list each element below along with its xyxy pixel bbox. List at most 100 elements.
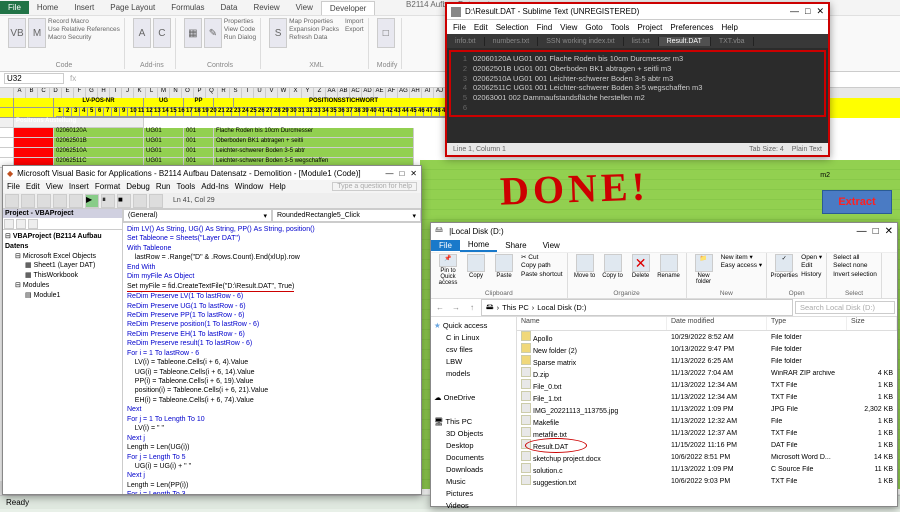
minimize-icon[interactable]: — [385,169,393,178]
nav-item[interactable]: Documents [434,452,513,464]
file-row[interactable]: metafile.txt 11/13/2022 12:37 AM TXT Fil… [517,427,897,439]
new-folder-button[interactable]: 📁New folder [691,254,717,286]
toolbar-button[interactable] [133,194,147,208]
tab-data[interactable]: Data [213,1,246,14]
expansion-packs-button[interactable]: Expansion Packs [289,26,339,34]
nav-item[interactable]: Pictures [434,488,513,500]
menu-tools[interactable]: Tools [177,182,196,191]
rename-button[interactable]: Rename [656,254,682,286]
sublime-tab[interactable]: info.txt [447,37,485,46]
toolbar-pause-button[interactable]: ⏸ [101,194,115,208]
copy-to-button[interactable]: Copy to [600,254,626,286]
procedure-dropdown[interactable]: RoundedRectangle5_Click▾ [272,209,421,222]
tree-modules[interactable]: ⊟ Modules [5,281,120,291]
object-dropdown[interactable]: (General)▾ [123,209,272,222]
design-mode-button[interactable]: ✎ [204,18,222,48]
address-bar[interactable]: 🖴 › This PC › Local Disk (D:) [481,299,793,316]
vba-code-editor[interactable]: Dim LV() As String, UG() As String, PP()… [123,223,421,494]
select-none-button[interactable]: Select none [833,262,877,270]
pin-quick-access-button[interactable]: 📌Pin to Quick access [435,254,461,286]
menu-tools[interactable]: Tools [611,23,630,32]
toolbar-button[interactable] [37,194,51,208]
col-type[interactable]: Type [767,317,847,330]
vba-titlebar[interactable]: ◆ Microsoft Visual Basic for Application… [3,166,421,180]
new-item-button[interactable]: New item ▾ [721,254,763,262]
back-button[interactable]: ← [433,301,447,315]
name-box[interactable]: U32 [4,73,64,84]
file-row[interactable]: New folder (2) 10/13/2022 9:47 PM File f… [517,343,897,355]
menu-preferences[interactable]: Preferences [670,23,713,32]
paste-shortcut-button[interactable]: Paste shortcut [521,271,563,279]
menu-edit[interactable]: Edit [26,182,40,191]
onedrive[interactable]: ☁ OneDrive [434,392,513,404]
sublime-syntax[interactable]: Plain Text [792,146,822,153]
file-row[interactable]: IMG_20221113_113755.jpg 11/13/2022 1:09 … [517,403,897,415]
run-dialog-button[interactable]: Run Dialog [224,34,256,42]
file-row[interactable]: Makefile 11/13/2022 12:32 AM File 1 KB [517,415,897,427]
col-size[interactable]: Size [847,317,897,330]
file-row[interactable]: Result.DAT 11/15/2022 11:16 PM DAT File … [517,439,897,451]
tree-module1[interactable]: ▤ Module1 [5,291,120,301]
sublime-tab[interactable]: Result.DAT [659,37,711,46]
tab-developer[interactable]: Developer [321,1,375,15]
sublime-tab[interactable]: SSN working index.txt [538,37,623,46]
easy-access-button[interactable]: Easy access ▾ [721,262,763,270]
nav-item[interactable]: Desktop [434,440,513,452]
vba-help-search[interactable]: Type a question for help [332,182,417,191]
menu-format[interactable]: Format [95,182,120,191]
nav-item[interactable]: Downloads [434,464,513,476]
path-segment[interactable]: Local Disk (D:) [537,303,586,312]
explorer-tab-home[interactable]: Home [460,239,497,252]
menu-view[interactable]: View [560,23,577,32]
properties-button[interactable]: Properties [224,18,256,26]
menu-view[interactable]: View [46,182,63,191]
map-properties-button[interactable]: Map Properties [289,18,339,26]
file-row[interactable]: D.zip 11/13/2022 7:04 AM WinRAR ZIP arch… [517,367,897,379]
doc-panel-button[interactable]: □ [377,18,395,48]
tab-insert[interactable]: Insert [66,1,102,14]
project-tree[interactable]: ⊟ VBAProject (B2114 Aufbau Datens ⊟ Micr… [3,230,122,303]
nav-item[interactable]: 3D Objects [434,428,513,440]
properties-button[interactable]: ✓Properties [771,254,797,286]
addins-button[interactable]: A [133,18,151,48]
maximize-icon[interactable]: □ [399,169,404,178]
view-code-button[interactable]: View Code [224,26,256,34]
invert-selection-button[interactable]: Invert selection [833,271,877,279]
menu-debug[interactable]: Debug [126,182,150,191]
nav-item[interactable]: models [434,368,513,380]
explorer-tab-file[interactable]: File [431,240,460,251]
menu-project[interactable]: Project [637,23,662,32]
menu-help[interactable]: Help [721,23,737,32]
import-button[interactable]: Import [345,18,364,26]
path-segment[interactable]: This PC [502,303,529,312]
cut-button[interactable]: ✂ Cut [521,254,563,262]
file-row[interactable]: suggestion.txt 10/6/2022 9:03 PM TXT Fil… [517,475,897,487]
nav-item[interactable]: Music [434,476,513,488]
sublime-tab[interactable]: list.txt [624,37,659,46]
file-row[interactable]: File_0.txt 11/13/2022 12:34 AM TXT File … [517,379,897,391]
maximize-icon[interactable]: □ [805,6,810,17]
menu-find[interactable]: Find [537,23,553,32]
com-addins-button[interactable]: C [153,18,171,48]
maximize-icon[interactable]: □ [873,226,879,237]
nav-item[interactable]: Videos [434,500,513,512]
explorer-tab-share[interactable]: Share [497,240,534,251]
file-row[interactable]: File_1.txt 11/13/2022 12:34 AM TXT File … [517,391,897,403]
toolbar-run-button[interactable]: ▶ [85,194,99,208]
delete-button[interactable]: ✕Delete [628,254,654,286]
tree-workbook[interactable]: ▦ ThisWorkbook [5,271,120,281]
visual-basic-button[interactable]: VB [8,18,26,48]
record-macro-button[interactable]: Record Macro [48,18,120,26]
relative-refs-button[interactable]: Use Relative References [48,26,120,34]
this-pc[interactable]: 🖥 This PC [434,416,513,428]
nav-item[interactable]: csv files [434,344,513,356]
sublime-tab-size[interactable]: Tab Size: 4 [749,146,784,153]
close-icon[interactable]: ✕ [410,169,417,178]
minimize-icon[interactable]: — [857,226,867,237]
sublime-tab[interactable]: numbers.txt [485,37,539,46]
toolbar-button[interactable] [53,194,67,208]
tab-file[interactable]: File [0,1,29,14]
export-button[interactable]: Export [345,26,364,34]
tab-formulas[interactable]: Formulas [163,1,212,14]
menu-window[interactable]: Window [235,182,263,191]
